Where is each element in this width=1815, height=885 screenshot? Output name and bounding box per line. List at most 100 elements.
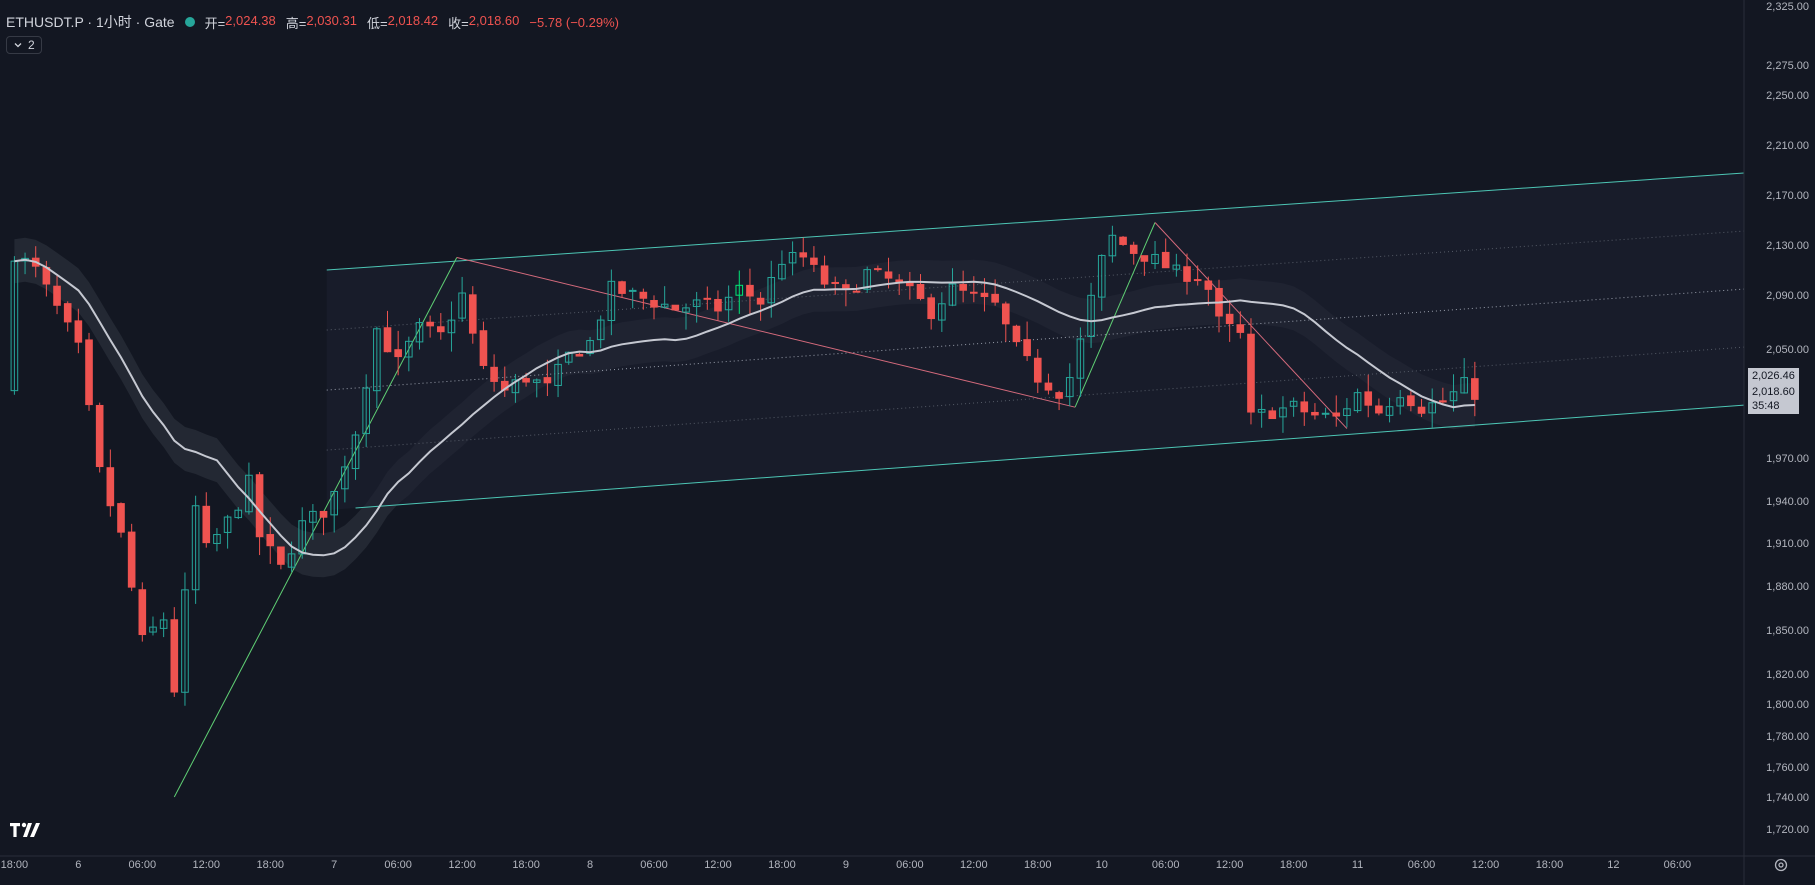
candle xyxy=(106,449,115,517)
y-tick-label: 1,910.00 xyxy=(1766,538,1809,550)
candle-body xyxy=(255,474,264,538)
x-tick-label: 06:00 xyxy=(129,859,157,871)
candle-body xyxy=(1375,405,1383,414)
legend-open: 开= 2,024.38 xyxy=(205,13,276,32)
candle-body xyxy=(820,265,829,285)
x-tick-label: 12:00 xyxy=(448,859,476,871)
candle xyxy=(127,523,136,592)
candle-body xyxy=(277,546,285,565)
candle-body xyxy=(394,349,402,358)
candle-body xyxy=(1236,324,1245,333)
open-label: 开= xyxy=(204,15,226,31)
candle-body xyxy=(799,252,808,258)
candle-body xyxy=(1439,400,1447,403)
candle-body xyxy=(1471,378,1479,400)
candle-body xyxy=(53,285,61,306)
candle-body xyxy=(575,353,584,357)
y-tick-label: 1,820.00 xyxy=(1766,669,1809,681)
candle xyxy=(277,546,285,570)
y-tick-label: 1,850.00 xyxy=(1766,625,1809,637)
candle xyxy=(138,582,147,642)
candle-body xyxy=(884,271,893,279)
x-tick-label: 06:00 xyxy=(1152,859,1180,871)
candle-body xyxy=(522,378,530,383)
y-tick-label: 1,740.00 xyxy=(1766,792,1809,804)
high-value: 2,030.31 xyxy=(306,12,357,28)
last-price-tag: 2,018.60 35:48 xyxy=(1748,384,1799,414)
y-tick-label: 2,250.00 xyxy=(1766,90,1809,102)
candle-body xyxy=(1183,266,1191,282)
y-tick-label: 2,170.00 xyxy=(1766,190,1809,202)
candle xyxy=(74,308,83,354)
symbol-title[interactable]: ETHUSDT.P · 1小时 · Gate xyxy=(6,12,175,32)
candle-body xyxy=(202,505,211,544)
candle-body xyxy=(671,304,680,311)
candle xyxy=(671,304,680,311)
tradingview-logo[interactable] xyxy=(10,820,42,845)
candle-body xyxy=(468,294,477,334)
x-tick-label: 12:00 xyxy=(193,859,221,871)
candle-body xyxy=(618,281,626,294)
indicators-toggle-button[interactable]: 2 xyxy=(6,36,42,54)
low-value: 2,018.42 xyxy=(387,12,439,28)
candle xyxy=(1119,236,1127,246)
x-tick-label: 18:00 xyxy=(512,859,540,871)
candle-body xyxy=(1321,412,1330,415)
x-tick-label: 18:00 xyxy=(256,859,284,871)
candle-body xyxy=(1300,401,1309,413)
candle-body xyxy=(436,326,445,333)
candle xyxy=(63,301,72,332)
candle xyxy=(159,612,168,638)
candle xyxy=(213,528,221,552)
candle-body xyxy=(874,268,882,271)
candle-body xyxy=(383,327,392,353)
candle-body xyxy=(63,303,72,323)
gear-icon[interactable] xyxy=(1773,857,1789,878)
x-tick-label: 12:00 xyxy=(1472,859,1500,871)
x-tick-label: 18:00 xyxy=(1,859,29,871)
x-tick-label: 6 xyxy=(75,859,81,871)
x-tick-label: 12 xyxy=(1607,859,1619,871)
x-tick-label: 06:00 xyxy=(640,859,668,871)
candle-body xyxy=(95,404,104,468)
candle-body xyxy=(650,300,658,308)
low-label: 低= xyxy=(366,15,388,31)
chart-container[interactable]: 2,325.00 2,275.00 2,250.00 2,210.00 2,170.00… xyxy=(0,0,1815,885)
x-tick-label: 9 xyxy=(843,859,849,871)
candle-body xyxy=(1225,313,1234,325)
x-tick-label: 12:00 xyxy=(1216,859,1244,871)
candle-body xyxy=(1268,410,1277,420)
close-value: 2,018.60 xyxy=(468,12,520,28)
price-chart[interactable]: 2,325.00 2,275.00 2,250.00 2,210.00 2,170.00… xyxy=(0,0,1815,885)
x-tick-label: 11 xyxy=(1352,859,1363,871)
candle-body xyxy=(1140,255,1149,262)
y-tick-label: 1,880.00 xyxy=(1766,581,1809,593)
symbol-legend: ETHUSDT.P · 1小时 · Gate 开= 2,024.38 高= 2,… xyxy=(6,12,619,32)
candle-body xyxy=(1311,411,1319,416)
candle-body xyxy=(138,589,147,636)
legend-low: 低= 2,018.42 xyxy=(367,13,438,32)
candle-body xyxy=(1119,236,1127,245)
candle-body xyxy=(831,281,840,284)
candle-body xyxy=(1161,251,1170,269)
change-value: −5.78 (−0.29%) xyxy=(529,14,619,30)
x-tick-label: 06:00 xyxy=(1664,859,1692,871)
candle-body xyxy=(980,292,989,298)
candle xyxy=(319,510,328,536)
candle-body xyxy=(639,291,648,299)
candle xyxy=(1247,318,1255,425)
wave-line-up xyxy=(173,257,458,798)
candle-body xyxy=(127,531,136,588)
y-tick-label: 1,720.00 xyxy=(1766,824,1809,836)
candle-body xyxy=(1407,395,1415,407)
candle-body xyxy=(1033,357,1042,383)
y-tick-label: 2,130.00 xyxy=(1766,240,1809,252)
candle-body xyxy=(1247,333,1255,413)
candle-body xyxy=(1204,280,1213,290)
ma-price-tag: 2,026.46 xyxy=(1748,368,1799,384)
candle xyxy=(181,572,189,706)
candle-body xyxy=(543,377,552,384)
candle-body xyxy=(628,289,637,292)
candle-body xyxy=(1023,339,1031,357)
candle-body xyxy=(1417,406,1426,414)
